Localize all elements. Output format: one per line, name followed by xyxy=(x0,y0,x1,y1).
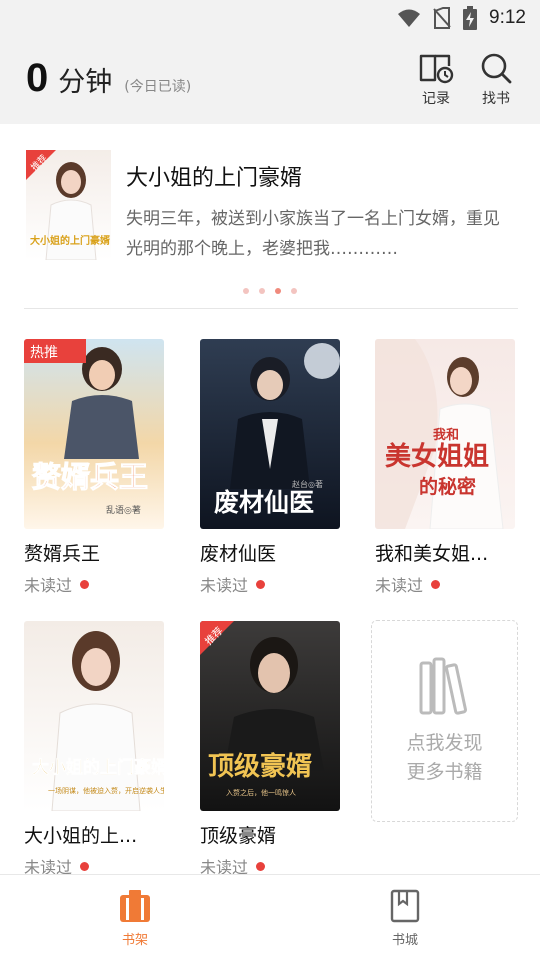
book-read-state: 未读过 xyxy=(24,572,164,596)
bottom-nav: 书架 书城 xyxy=(0,874,540,960)
status-bar: 9:12 xyxy=(0,0,540,36)
book-cover-title-small: 我和 xyxy=(433,427,459,443)
discover-more-line1: 点我发现 xyxy=(406,732,483,754)
book-title: 大小姐的上... xyxy=(24,825,138,847)
book-cover-title: 大小姐的上门豪婿 xyxy=(32,757,164,778)
book-cover[interactable]: 大小姐的上门豪婿 一场阴谋，他被迫入赘，开启逆袭人生 xyxy=(24,621,164,811)
book-title: 我和美女姐... xyxy=(375,543,489,565)
find-book-button[interactable]: 找书 xyxy=(468,52,524,112)
book-cover-tagline: 一场阴谋，他被迫入赘，开启逆袭人生 xyxy=(48,786,164,795)
discover-more-line2: 更多书籍 xyxy=(406,761,483,783)
book-item[interactable]: 大小姐的上门豪婿 一场阴谋，他被迫入赘，开启逆袭人生 大小姐的上... 未读过 xyxy=(24,621,164,878)
history-label: 记录 xyxy=(422,91,450,107)
unread-dot xyxy=(256,861,266,871)
book-cover-author: 赵台◎著 xyxy=(292,479,323,489)
divider xyxy=(24,308,518,309)
book-item[interactable]: 推荐 顶级豪婿 入赘之后，他一鸣惊人 顶级豪婿 未读过 xyxy=(200,621,340,878)
history-icon xyxy=(419,54,454,84)
books-icon xyxy=(419,657,467,715)
unread-dot xyxy=(256,579,266,589)
book-cover-title: 顶级豪婿 xyxy=(208,751,312,782)
carousel-indicator xyxy=(0,288,540,294)
tab-bookshelf[interactable]: 书架 xyxy=(95,889,175,948)
book-state-text: 未读过 xyxy=(200,576,249,595)
book-cover[interactable]: 热推 赘婿兵王 乱语◎著 xyxy=(24,339,164,529)
book-cover[interactable]: 废材仙医 赵台◎著 xyxy=(200,339,340,529)
reading-unit: 分钟 xyxy=(58,67,113,98)
unread-dot xyxy=(431,579,441,589)
book-cover[interactable]: 我和 美女姐姐 的秘密 xyxy=(375,339,515,529)
clock: 9:12 xyxy=(489,7,526,28)
discover-more-button[interactable]: 点我发现 更多书籍 xyxy=(371,620,518,822)
book-cover-title: 废材仙医 xyxy=(214,488,314,517)
reading-minutes: 0 xyxy=(26,56,49,100)
book-title: 赘婿兵王 xyxy=(24,543,101,565)
book-cover-title: 美女姐姐 xyxy=(385,441,489,472)
history-button[interactable]: 记录 xyxy=(408,52,464,112)
book-badge: 热推 xyxy=(30,345,58,361)
recommend-banner[interactable]: 推荐 大小姐的上门豪婿 大小姐的上门豪婿 失明三年，被送到小家族当了一名上门女婿… xyxy=(0,124,540,310)
book-cover-title: 赘婿兵王 xyxy=(31,460,148,494)
search-icon xyxy=(481,53,512,84)
find-book-label: 找书 xyxy=(482,91,510,107)
carousel-dot xyxy=(243,288,249,294)
carousel-dot xyxy=(259,288,265,294)
wifi-icon xyxy=(398,9,421,27)
bookshelf-icon xyxy=(120,890,150,922)
carousel-dot xyxy=(291,288,297,294)
book-state-text: 未读过 xyxy=(24,576,73,595)
book-read-state: 未读过 xyxy=(200,572,340,596)
recommend-description: 失明三年，被送到小家族当了一名上门女婿，重见光明的那个晚上，老婆把我………… xyxy=(126,209,500,259)
book-cover-author: 乱语◎著 xyxy=(106,504,141,516)
book-item[interactable]: 热推 赘婿兵王 乱语◎著 赘婿兵王 未读过 xyxy=(24,339,164,596)
book-cover-title-suffix: 的秘密 xyxy=(419,475,476,498)
unread-dot xyxy=(80,861,90,871)
recommend-title[interactable]: 大小姐的上门豪婿 xyxy=(126,160,302,192)
unread-dot xyxy=(80,579,90,589)
book-item[interactable]: 废材仙医 赵台◎著 废材仙医 未读过 xyxy=(200,339,340,596)
book-item[interactable]: 我和 美女姐姐 的秘密 我和美女姐... 未读过 xyxy=(375,339,515,596)
carousel-dot-active xyxy=(275,288,281,294)
recommend-cover[interactable]: 推荐 大小姐的上门豪婿 xyxy=(26,150,111,260)
reading-caption: (今日已读) xyxy=(124,79,192,95)
book-title: 顶级豪婿 xyxy=(200,825,277,847)
recommend-cover-title: 大小姐的上门豪婿 xyxy=(30,234,111,247)
book-cover[interactable]: 推荐 顶级豪婿 入赘之后，他一鸣惊人 xyxy=(200,621,340,811)
no-sim-icon xyxy=(433,7,451,29)
book-state-text: 未读过 xyxy=(375,576,424,595)
book-read-state: 未读过 xyxy=(375,572,515,596)
bookstore-icon xyxy=(390,889,420,923)
book-title: 废材仙医 xyxy=(200,543,277,565)
reading-time: 0 分钟 (今日已读) xyxy=(26,56,191,101)
book-cover-tagline: 入赘之后，他一鸣惊人 xyxy=(226,788,296,797)
tab-bookstore[interactable]: 书城 xyxy=(365,889,445,948)
tab-bookshelf-label: 书架 xyxy=(121,933,148,948)
battery-charging-icon xyxy=(463,6,478,30)
tab-bookstore-label: 书城 xyxy=(391,933,418,948)
header: 0 分钟 (今日已读) 记录 找书 xyxy=(0,36,540,124)
